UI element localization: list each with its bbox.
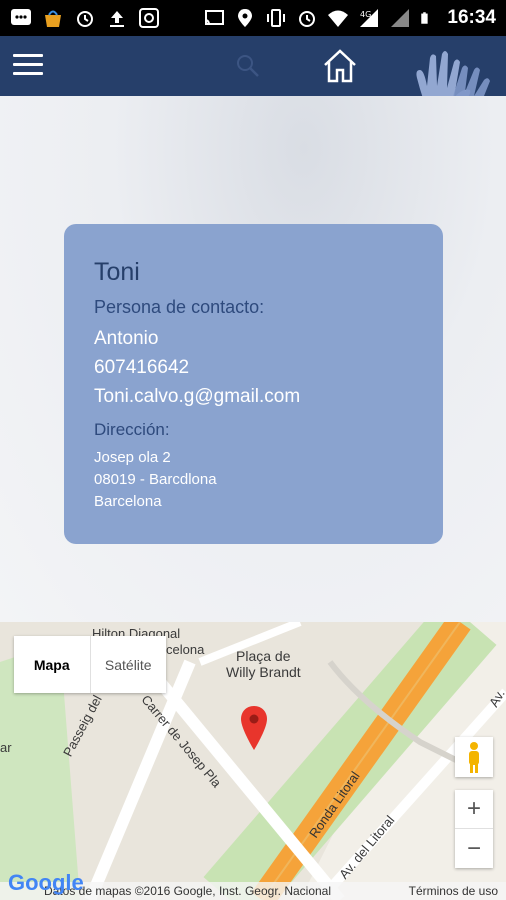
zoom-out-button[interactable]: −: [455, 829, 493, 868]
terms-of-use-link[interactable]: Términos de uso: [409, 884, 498, 898]
map-marker-icon[interactable]: [240, 706, 268, 750]
network-type-label: 4G: [360, 10, 371, 19]
zoom-in-button[interactable]: +: [455, 790, 493, 829]
map-type-control: Mapa Satélite: [14, 636, 166, 693]
map-type-satellite-button[interactable]: Satélite: [91, 636, 167, 693]
map-label: Plaça de: [236, 648, 291, 664]
menu-button[interactable]: [13, 54, 43, 78]
map-label: celona: [166, 642, 205, 657]
pegman-icon: [469, 742, 479, 773]
hamburger-icon-bar: [13, 63, 43, 66]
map-type-map-button[interactable]: Mapa: [14, 636, 91, 693]
contact-name: Toni: [94, 258, 140, 286]
instagram-icon: [139, 8, 159, 28]
hamburger-icon-bar: [13, 72, 43, 75]
home-icon[interactable]: [322, 48, 358, 84]
map-label: Willy Brandt: [226, 664, 301, 680]
signal-icon: [391, 9, 410, 27]
google-logo-text: Google: [8, 870, 84, 895]
contact-person-label: Persona de contacto:: [94, 297, 265, 317]
address-city: 08019 - Barcdlona: [94, 471, 217, 488]
store-icon: [45, 10, 61, 27]
location-icon: [238, 9, 253, 27]
alarm-icon: [299, 11, 316, 27]
battery-icon: [421, 12, 429, 24]
zoom-control: + −: [455, 790, 493, 868]
street-view-button[interactable]: [455, 737, 493, 777]
address-street: Josep ola 2: [94, 449, 171, 466]
alarm-icon: [77, 11, 93, 27]
contact-phone[interactable]: 607416642: [94, 357, 413, 379]
vibrate-icon: [267, 9, 286, 27]
hamburger-icon-bar: [13, 54, 43, 57]
signal-icon: 4G: [360, 9, 379, 27]
cast-icon: [205, 10, 225, 26]
address-province: Barcelona: [94, 493, 162, 510]
status-bar: 4G 16:34: [0, 0, 506, 36]
wifi-icon: [328, 10, 349, 27]
google-logo: Google: [8, 870, 84, 896]
status-time: 16:34: [447, 7, 496, 28]
whatsapp-icon: [11, 9, 31, 25]
search-icon[interactable]: [234, 52, 262, 80]
contact-card: Toni Persona de contacto: Antonio 607416…: [64, 224, 443, 544]
status-bar-notifications: [10, 8, 160, 28]
map-data-attribution: Datos de mapas ©2016 Google, Inst. Geogr…: [44, 884, 332, 898]
contact-person: Antonio: [94, 328, 159, 349]
map-label: ar: [0, 740, 12, 755]
address-label: Dirección:: [94, 420, 170, 439]
status-bar-system: 4G 16:34: [203, 7, 496, 29]
contact-email[interactable]: Toni.calvo.g@gmail.com: [94, 386, 413, 408]
upload-icon: [110, 11, 124, 27]
